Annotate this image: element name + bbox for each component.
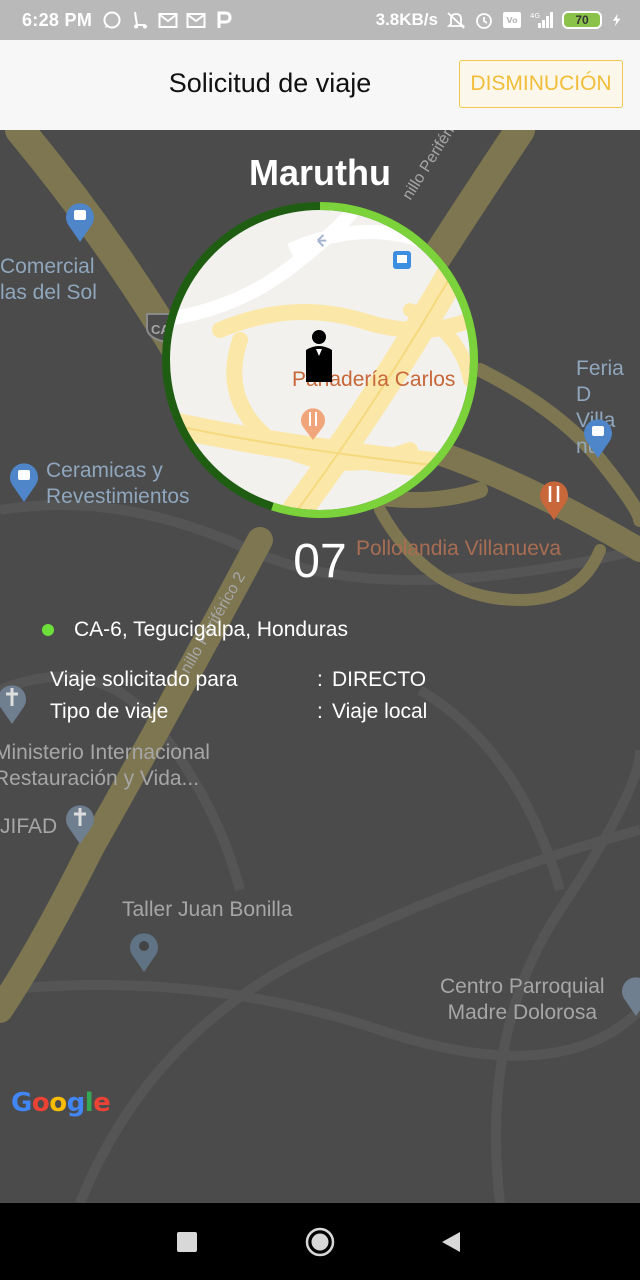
battery-icon: 70 xyxy=(562,11,602,29)
countdown-ring: Panadería Carlos xyxy=(160,200,480,520)
map-label-taller: Taller Juan Bonilla xyxy=(122,898,293,921)
trip-type-label: Tipo de viaje xyxy=(50,700,169,723)
pickup-dot-icon xyxy=(42,624,54,636)
google-logo: Google xyxy=(11,1088,111,1118)
volte-icon: Vo xyxy=(503,12,521,28)
home-button[interactable] xyxy=(305,1227,335,1257)
status-bar: 6:28 PM 3.8KB/s Vo 4G 70 xyxy=(0,0,640,40)
signal-4g-icon: 4G xyxy=(530,12,553,28)
trip-for-separator: : xyxy=(317,668,323,691)
svg-text:Vo: Vo xyxy=(506,16,518,25)
shopping-pin-icon[interactable] xyxy=(8,460,40,502)
app-header: Solicitud de viaje DISMINUCIÓN xyxy=(0,40,640,130)
navigation-bar xyxy=(0,1203,640,1280)
gmail-icon xyxy=(186,13,206,28)
restaurant-pin-icon[interactable] xyxy=(538,478,570,520)
pickup-address-row: CA-6, Tegucigalpa, Honduras xyxy=(42,618,348,642)
status-time: 6:28 PM xyxy=(22,9,93,30)
trip-for-label: Viaje solicitado para xyxy=(50,668,238,691)
alarm-icon xyxy=(476,13,492,29)
church-pin-icon[interactable] xyxy=(0,682,28,724)
map-label-comercial: Comercial las del Sol xyxy=(0,255,97,304)
map-label-centro: Centro Parroquial Madre Dolorosa xyxy=(440,975,605,1024)
map-view[interactable]: Comercial las del Sol Ceramicas y Revest… xyxy=(0,130,640,1203)
countdown-timer: 07 xyxy=(293,535,347,588)
pickup-map-inset: Panadería Carlos xyxy=(169,209,471,511)
scooter-icon xyxy=(134,11,148,29)
driver-name: Maruthu xyxy=(249,152,391,193)
whatsapp-icon xyxy=(103,11,121,29)
back-button[interactable] xyxy=(440,1231,462,1253)
p-app-icon xyxy=(217,11,232,28)
muted-bell-icon xyxy=(446,12,466,29)
gmail-icon xyxy=(158,13,178,28)
shopping-pin-icon[interactable] xyxy=(582,416,614,458)
decline-button[interactable]: DISMINUCIÓN xyxy=(459,60,623,108)
network-speed: 3.8KB/s xyxy=(375,10,438,29)
trip-for-value: DIRECTO xyxy=(332,668,427,691)
svg-text:4G: 4G xyxy=(530,12,540,20)
church-pin-icon[interactable] xyxy=(64,802,96,844)
map-label-ministerio: Ministerio Internacional Restauración y … xyxy=(0,741,210,790)
recents-button[interactable] xyxy=(177,1232,197,1252)
pickup-address: CA-6, Tegucigalpa, Honduras xyxy=(74,618,348,641)
place-pin-icon[interactable] xyxy=(128,930,160,972)
trip-type-value: Viaje local xyxy=(332,700,428,723)
trip-type-separator: : xyxy=(317,700,323,723)
charging-icon xyxy=(612,13,621,27)
church-pin-icon[interactable] xyxy=(620,974,640,1016)
map-label-jifad: JIFAD xyxy=(0,815,58,838)
shopping-pin-icon[interactable] xyxy=(64,200,96,242)
